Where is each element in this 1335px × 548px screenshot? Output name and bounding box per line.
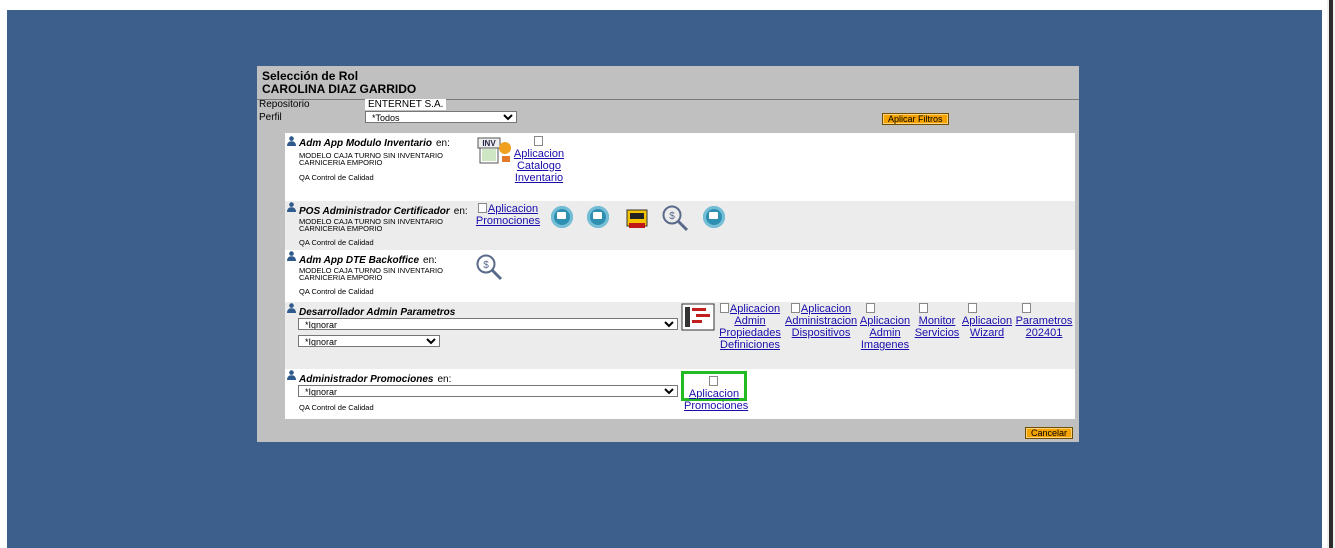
user-icon	[287, 303, 296, 313]
role-area: QA Control de Calidad	[299, 287, 374, 296]
money-search-icon[interactable]: $	[475, 253, 503, 281]
vertical-scrollbar[interactable]	[1327, 0, 1335, 548]
apply-filters-button[interactable]: Aplicar Filtros	[882, 113, 949, 125]
repositorio-label: Repositorio	[259, 99, 310, 110]
ignorar-select[interactable]: *Ignorar	[298, 385, 678, 397]
role-location: CARNICERIA EMPORIO	[299, 224, 383, 233]
svg-text:$: $	[669, 211, 675, 222]
user-icon	[287, 136, 296, 146]
role-name: POS Administrador Certificador en:	[299, 206, 468, 217]
scrollbar-thumb[interactable]	[1329, 0, 1333, 548]
role-row: Administrador Promociones en: *Ignorar QA…	[285, 369, 1075, 419]
app-link-wizard[interactable]: Aplicacion Wizard	[960, 303, 1014, 339]
ignorar-select[interactable]: *Ignorar	[298, 318, 678, 330]
user-icon	[287, 370, 296, 380]
panel-header: Selección de Rol CAROLINA DIAZ GARRIDO	[257, 66, 1079, 100]
gantt-icon[interactable]	[681, 303, 715, 331]
cash-register-icon[interactable]	[625, 206, 649, 230]
app-link-administracion-dispositivos[interactable]: Aplicacion Administracion Dispositivos	[785, 303, 857, 339]
monitor-icon[interactable]	[551, 206, 573, 228]
role-location: CARNICERIA EMPORIO	[299, 273, 383, 282]
role-name: Desarrollador Admin Parametros	[299, 307, 456, 318]
svg-text:$: $	[483, 260, 489, 271]
inventory-icon[interactable]: INV	[477, 136, 513, 166]
perfil-select[interactable]: *Todos	[365, 111, 517, 123]
role-name: Adm App DTE Backoffice en:	[299, 255, 437, 266]
role-location: CARNICERIA EMPORIO	[299, 158, 383, 167]
page-title: Selección de Rol	[262, 69, 359, 83]
repositorio-value: ENTERNET S.A.	[365, 99, 447, 110]
svg-text:INV: INV	[482, 139, 496, 148]
cancel-button[interactable]: Cancelar	[1024, 427, 1073, 439]
user-name: CAROLINA DIAZ GARRIDO	[262, 82, 417, 96]
role-selection-panel: Selección de Rol CAROLINA DIAZ GARRIDO R…	[257, 66, 1079, 442]
role-name: Administrador Promociones en:	[299, 374, 452, 385]
role-row: POS Administrador Certificador en: MODELO…	[285, 201, 1075, 250]
app-link-catalogo-inventario[interactable]: Aplicacion Catalogo Inventario	[513, 136, 565, 184]
role-row: Adm App DTE Backoffice en: MODELO CAJA TU…	[285, 250, 1075, 302]
role-row: Adm App Modulo Inventario en: MODELO CAJA…	[285, 133, 1075, 201]
app-link-admin-propiedades[interactable]: Aplicacion Admin Propiedades Definicione…	[718, 303, 782, 351]
monitor-icon[interactable]	[703, 206, 725, 228]
user-icon	[287, 202, 296, 212]
money-search-icon[interactable]: $	[661, 204, 689, 232]
perfil-label: Perfil	[259, 112, 282, 123]
role-area: QA Control de Calidad	[299, 173, 374, 182]
role-area: QA Control de Calidad	[299, 238, 374, 247]
role-name: Adm App Modulo Inventario en:	[299, 138, 450, 149]
ignorar-select[interactable]: *Ignorar	[298, 335, 440, 347]
app-link-parametros[interactable]: Parametros 202401	[1014, 303, 1074, 339]
user-icon	[287, 251, 296, 261]
monitor-icon[interactable]	[587, 206, 609, 228]
app-link-promociones-highlighted[interactable]: Aplicacion Promociones	[681, 371, 748, 412]
role-row: Desarrollador Admin Parametros *Ignorar …	[285, 302, 1075, 369]
app-link-admin-imagenes[interactable]: Aplicacion Admin Imagenes	[858, 303, 912, 351]
role-area: QA Control de Calidad	[299, 403, 374, 412]
app-link-monitor-servicios[interactable]: Monitor Servicios	[913, 303, 961, 339]
app-link-promociones[interactable]: Aplicacion Promociones	[474, 203, 542, 227]
